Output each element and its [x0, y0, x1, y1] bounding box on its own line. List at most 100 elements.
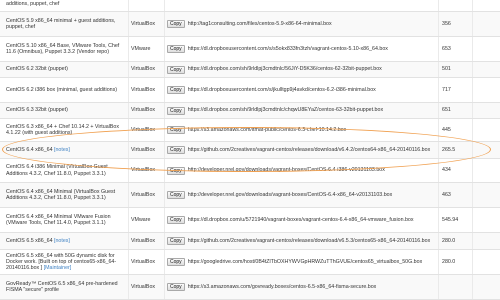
url-cell: Copy https://github.com/2creatives/vagran… — [164, 233, 438, 249]
size-cell — [438, 0, 472, 11]
box-name-cell: additions, puppet, chef — [2, 0, 126, 11]
copy-button[interactable]: Copy — [167, 65, 185, 74]
empty-cell — [472, 119, 500, 141]
box-name: CentOS 6.5 x86_64 [notes] — [6, 237, 70, 244]
table-row: CentOS 6.3 32bit (puppet) VirtualBox Copy h… — [0, 103, 500, 119]
box-name-cell: CentOS 5.10 x86_64 Base, VMware Tools, C… — [2, 37, 126, 61]
copy-button[interactable]: Copy — [167, 45, 185, 53]
url-cell: Copy https://s3.amazonaws.com/govready.bo… — [164, 275, 438, 299]
url-cell: Copy https://dl.dropbox.com/sh/9rldlpj3cm… — [164, 62, 438, 77]
copy-button[interactable]: Copy — [167, 126, 185, 134]
copy-button[interactable]: Copy — [167, 237, 185, 245]
box-name-cell: CentOS 6.4 x86_64 Minimal VMware Fusion … — [2, 208, 126, 232]
table-row: CentOS 6.5 x86_64 [notes] VirtualBox Copy h… — [0, 233, 500, 250]
size-cell: 545.94 — [438, 208, 472, 232]
provider-cell: VMware — [128, 208, 164, 232]
provider-cell: VirtualBox — [128, 119, 164, 141]
copy-button[interactable]: Copy — [167, 86, 185, 94]
empty-cell — [472, 78, 500, 102]
size-cell: 651 — [438, 103, 472, 118]
box-name-cell: CentOS 6.5 x86_64 with 50G dynamic disk … — [2, 250, 126, 274]
table-row: CentOS 5.9 x86_64 minimal + guest additi… — [0, 12, 500, 37]
box-name: CentOS 6.4 x86_64 Minimal (VirtualBox Gu… — [6, 188, 116, 201]
box-url[interactable]: https://s3.amazonaws.com/itmat-public/ce… — [188, 127, 347, 133]
provider-cell: VirtualBox — [128, 159, 164, 182]
box-name: CentOS 6.4 x86_64 Minimal VMware Fusion … — [6, 213, 111, 226]
box-name: additions, puppet, chef — [6, 1, 60, 8]
box-url[interactable]: https://dl.dropbox.com/sh/9rldlpj3cmdtnl… — [188, 66, 382, 72]
url-cell: Copy https://dl.dropboxusercontent.com/s/… — [164, 78, 438, 102]
copy-button[interactable]: Copy — [167, 283, 185, 291]
size-cell: 717 — [438, 78, 472, 102]
notes-link[interactable]: [notes] — [54, 147, 70, 153]
size-cell: 463 — [438, 183, 472, 207]
empty-cell — [472, 37, 500, 61]
box-url[interactable]: https://github.com/2creatives/vagrant-ce… — [188, 238, 431, 244]
box-name: CentOS 6.3 32bit (puppet) — [6, 107, 68, 114]
box-url[interactable]: https://dl.dropboxusercontent.com/s/jkul… — [188, 87, 376, 93]
copy-button[interactable]: Copy — [167, 258, 185, 266]
notes-link[interactable]: [notes] — [54, 238, 70, 244]
empty-cell — [472, 142, 500, 158]
provider-cell: VMware — [128, 37, 164, 61]
box-name: GovReady™ CentOS 6.5 x86_64 pre-hardened… — [6, 280, 118, 293]
url-cell: Copy https://googledrive.com/host/0B4tZlT… — [164, 250, 438, 274]
provider-cell: VirtualBox — [128, 62, 164, 77]
size-cell: 501 — [438, 62, 472, 77]
size-cell: 280.0 — [438, 233, 472, 249]
box-url[interactable]: http://tag1consulting.com/files/centos-5… — [188, 21, 332, 27]
empty-cell — [472, 183, 500, 207]
box-url[interactable]: https://dl.dropbox.com/sh/9rldlpj3cmdtnl… — [188, 107, 383, 113]
table-row: CentOS 6.4 x86_64 Minimal (VirtualBox Gu… — [0, 183, 500, 208]
size-cell: 445 — [438, 119, 472, 141]
provider-cell: VirtualBox — [128, 250, 164, 274]
empty-cell — [472, 208, 500, 232]
notes-link[interactable]: [Maintainer] — [44, 265, 72, 271]
empty-cell — [472, 275, 500, 299]
box-name-cell: CentOS 6.3 x86_64 + Chef 10.14.2 + Virtu… — [2, 119, 126, 141]
copy-button[interactable]: Copy — [167, 20, 185, 28]
box-url[interactable]: http://developer.nrel.gov/downloads/vagr… — [188, 192, 393, 198]
provider-cell: VirtualBox — [128, 78, 164, 102]
copy-button[interactable]: Copy — [167, 216, 185, 224]
provider-cell: VirtualBox — [128, 275, 164, 299]
table-row: CentOS 6.4 x86_64 [notes] VirtualBox Copy h… — [0, 142, 500, 159]
box-url[interactable]: https://github.com/2creatives/vagrant-ce… — [188, 147, 431, 153]
box-url[interactable]: https://googledrive.com/host/0B4tZlTbOXH… — [188, 259, 423, 265]
provider-cell: VirtualBox — [128, 12, 164, 36]
provider-cell: VirtualBox — [128, 183, 164, 207]
box-url[interactable]: https://s3.amazonaws.com/govready.boxes/… — [188, 284, 377, 290]
size-cell — [438, 275, 472, 299]
box-url[interactable]: https://dl.dropboxusercontent.com/s/s5ok… — [188, 46, 388, 52]
box-name: CentOS 6.2 i386 box (minimal, guest addi… — [6, 86, 117, 93]
copy-button[interactable]: Copy — [167, 106, 185, 115]
size-cell: 265.5 — [438, 142, 472, 158]
provider-cell: VirtualBox — [128, 103, 164, 118]
box-name-cell: CentOS 5.9 x86_64 minimal + guest additi… — [2, 12, 126, 36]
box-name-cell: CentOS 6.4 i386 Minimal (VirtualBox Gues… — [2, 159, 126, 182]
provider-cell: VirtualBox — [128, 142, 164, 158]
url-cell: Copy http://developer.nrel.gov/downloads/… — [164, 183, 438, 207]
url-cell: Copy https://dl.dropbox.com/u/5721940/vag… — [164, 208, 438, 232]
copy-button[interactable]: Copy — [167, 146, 185, 154]
table-row: additions, puppet, chef — [0, 0, 500, 12]
box-name-cell: CentOS 6.4 x86_64 [notes] — [2, 142, 126, 158]
url-cell: Copy https://dl.dropbox.com/sh/9rldlpj3cm… — [164, 103, 438, 118]
empty-cell — [472, 0, 500, 11]
empty-cell — [472, 12, 500, 36]
size-cell: 653 — [438, 37, 472, 61]
box-url[interactable]: http://developer.nrel.gov/downloads/vagr… — [188, 167, 385, 173]
provider-cell — [128, 0, 164, 11]
url-cell: Copy http://developer.nrel.gov/downloads/… — [164, 159, 438, 182]
table-row: CentOS 6.2 i386 box (minimal, guest addi… — [0, 78, 500, 103]
box-name-cell: CentOS 6.3 32bit (puppet) — [2, 103, 126, 118]
empty-cell — [472, 62, 500, 77]
box-name-cell: CentOS 6.2 i386 box (minimal, guest addi… — [2, 78, 126, 102]
size-cell: 280.0 — [438, 250, 472, 274]
table-row: CentOS 6.5 x86_64 with 50G dynamic disk … — [0, 250, 500, 275]
url-cell — [164, 0, 438, 11]
size-cell: 434 — [438, 159, 472, 182]
copy-button[interactable]: Copy — [167, 191, 185, 199]
box-url[interactable]: https://dl.dropbox.com/u/5721940/vagrant… — [188, 217, 414, 223]
copy-button[interactable]: Copy — [167, 166, 185, 175]
